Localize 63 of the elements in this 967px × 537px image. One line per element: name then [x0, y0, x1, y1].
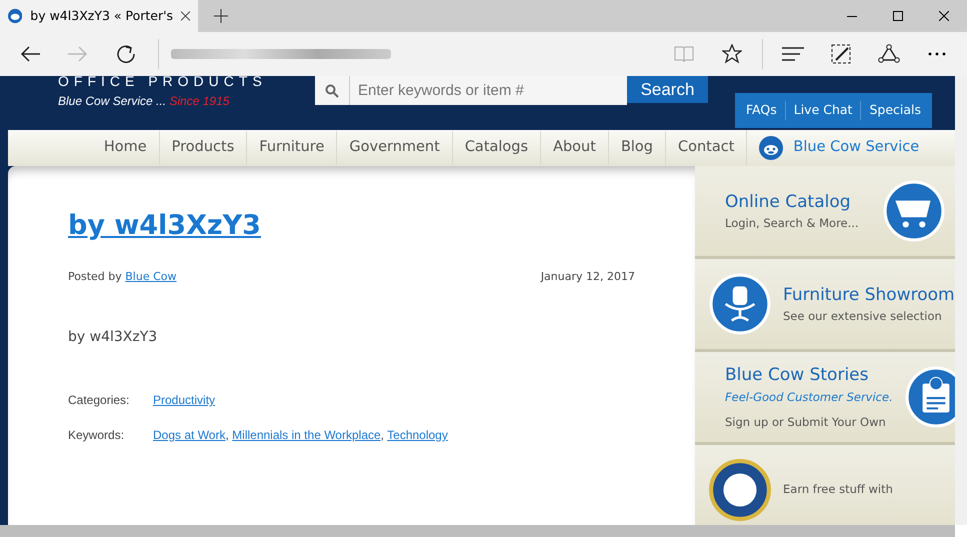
lines-icon: [782, 47, 804, 61]
share-icon: [878, 44, 900, 64]
plus-icon: [214, 9, 228, 23]
promo-panel[interactable]: Online Catalog Login, Search & More...: [695, 166, 955, 259]
author-link[interactable]: Blue Cow: [125, 270, 177, 282]
promo-panel[interactable]: Blue Cow Stories Feel-Good Customer Service. Sign up or Submit Your Own: [695, 352, 955, 445]
top-link[interactable]: Live Chat: [784, 101, 860, 120]
tab-title: by w4l3XzY3 « Porter's: [30, 6, 174, 25]
promo-title: Online Catalog: [725, 190, 852, 214]
promo-subtitle: See our extensive selection: [783, 308, 943, 326]
brand-logo-text[interactable]: OFFICE PRODUCTS: [58, 76, 315, 88]
promo-title: Furniture Showroom: [783, 284, 955, 307]
cow-logo-icon: [759, 136, 784, 160]
back-arrow-icon: [20, 46, 40, 62]
meta-label: Categories:: [68, 392, 130, 409]
posted-by-text: Posted by Blue Cow: [68, 268, 177, 284]
tagline: Blue Cow Service ... Since 1915: [58, 93, 230, 110]
nav-link[interactable]: Catalogs: [452, 131, 540, 165]
top-link[interactable]: Specials: [860, 101, 930, 120]
search-icon: [325, 84, 339, 98]
meta-label: Keywords:: [68, 427, 126, 444]
search-field[interactable]: Enter keywords or item #: [315, 76, 627, 105]
cow-favicon-icon: [8, 8, 22, 24]
post-body: by w4l3XzY3: [68, 328, 158, 347]
horizontal-scrollbar[interactable]: [0, 525, 955, 537]
meta-link[interactable]: Dogs at Work: [153, 428, 226, 442]
more-icon: [928, 52, 946, 56]
nav-link[interactable]: Products: [158, 131, 246, 165]
forward-arrow-icon: [68, 46, 88, 62]
nav-link[interactable]: Home: [92, 131, 159, 165]
post-title-link[interactable]: by w4l3XzY3: [68, 206, 261, 246]
vertical-scrollbar[interactable]: [955, 76, 967, 525]
browser-tab[interactable]: by w4l3XzY3 « Porter's: [0, 0, 198, 32]
meta-link[interactable]: Technology: [387, 428, 448, 442]
refresh-icon: [116, 44, 136, 64]
meta-link[interactable]: Millennials in the Workplace: [232, 428, 381, 442]
cart-icon: [883, 180, 945, 242]
maximize-icon: [893, 11, 903, 21]
meta-link[interactable]: Productivity: [153, 393, 216, 407]
promo-subtitle: Earn free stuff with: [783, 481, 894, 498]
promo-subtitle: Login, Search & More...: [725, 215, 860, 232]
nav-link[interactable]: Blog: [608, 131, 665, 165]
separator-text: ,: [225, 428, 229, 442]
nav-link[interactable]: Contact: [665, 131, 746, 165]
search-button[interactable]: Search: [627, 76, 708, 103]
promo-panel[interactable]: Earn free stuff with: [695, 445, 955, 525]
promo-title: Blue Cow Stories: [725, 364, 870, 387]
separator-text: ,: [380, 428, 384, 442]
post-date: January 12, 2017: [540, 268, 635, 284]
close-icon[interactable]: [181, 11, 190, 21]
nav-link[interactable]: Furniture: [246, 131, 336, 165]
book-icon: [674, 45, 694, 63]
star-icon: [722, 44, 742, 64]
promo-tagline: Feel-Good Customer Service.: [725, 388, 893, 406]
nav-link[interactable]: About: [540, 131, 608, 165]
promo-subtitle: Sign up or Submit Your Own: [725, 414, 887, 431]
seal-badge-icon: [709, 459, 771, 521]
close-icon: [939, 11, 949, 21]
top-link[interactable]: FAQs: [738, 101, 785, 120]
promo-panel[interactable]: Furniture Showroom See our extensive selection: [695, 259, 955, 352]
pen-icon: [831, 44, 851, 64]
nav-link[interactable]: Government: [336, 131, 452, 165]
chair-icon: [709, 273, 771, 335]
